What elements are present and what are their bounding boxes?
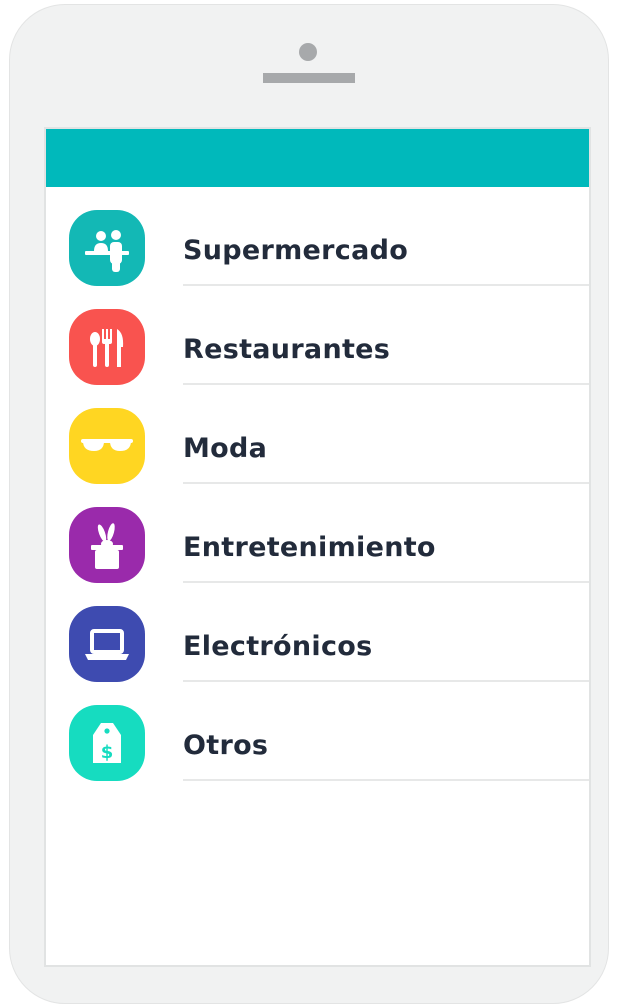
category-label: Moda [183, 433, 268, 464]
category-item-otros[interactable]: $ Otros [46, 682, 589, 781]
phone-frame: Supermercado Restaurantes Moda Entreteni… [9, 4, 609, 1004]
app-screen: Supermercado Restaurantes Moda Entreteni… [44, 127, 591, 967]
laptop-icon [69, 606, 145, 682]
magic-hat-rabbit-icon [69, 507, 145, 583]
phone-camera [299, 43, 317, 61]
category-list: Supermercado Restaurantes Moda Entreteni… [46, 187, 589, 781]
cutlery-icon [69, 309, 145, 385]
category-item-entretenimiento[interactable]: Entretenimiento [46, 484, 589, 583]
phone-speaker [263, 73, 355, 83]
category-label: Restaurantes [183, 334, 391, 365]
category-label: Electrónicos [183, 631, 373, 662]
svg-text:$: $ [101, 742, 114, 763]
category-label: Entretenimiento [183, 532, 436, 563]
category-item-moda[interactable]: Moda [46, 385, 589, 484]
divider [183, 779, 589, 781]
category-label: Otros [183, 730, 269, 761]
cashier-icon [69, 210, 145, 286]
app-header-bar [46, 129, 589, 187]
category-item-electronicos[interactable]: Electrónicos [46, 583, 589, 682]
category-item-supermercado[interactable]: Supermercado [46, 187, 589, 286]
price-tag-icon: $ [69, 705, 145, 781]
category-label: Supermercado [183, 235, 409, 266]
sunglasses-icon [69, 408, 145, 484]
category-item-restaurantes[interactable]: Restaurantes [46, 286, 589, 385]
